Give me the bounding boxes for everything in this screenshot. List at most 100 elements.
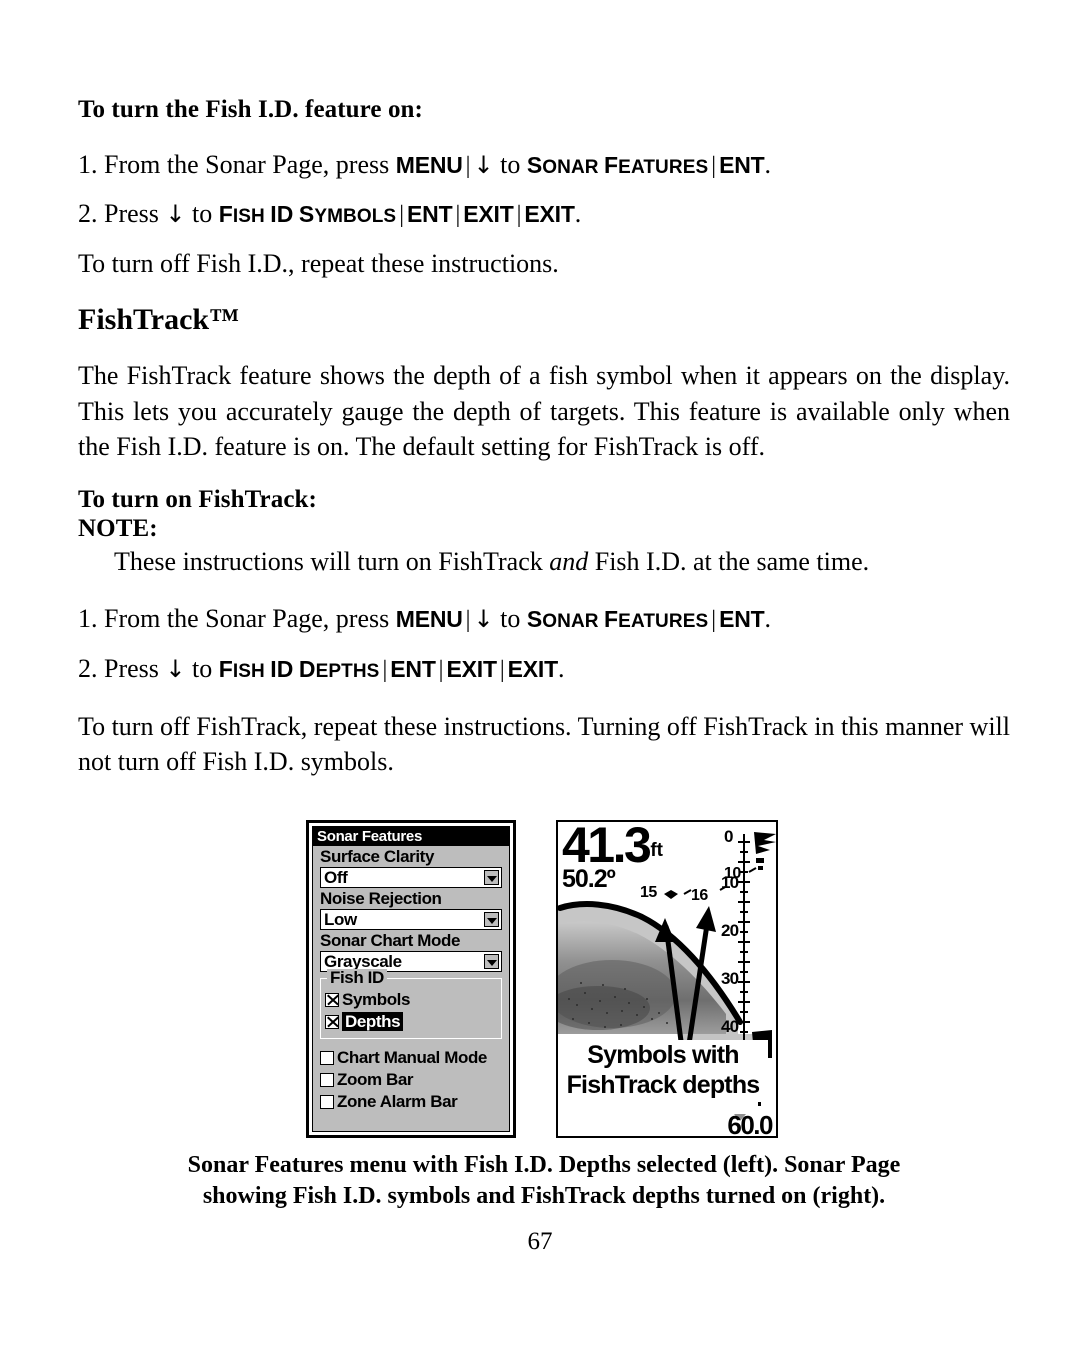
fish-symbol-icon bbox=[664, 890, 678, 899]
fishtrack-step-1: 1. From the Sonar Page, press MENU | ↓ to … bbox=[78, 601, 1010, 637]
note-text-before: These instructions will turn on FishTrac… bbox=[114, 546, 543, 576]
group-title-fish-id: Fish ID bbox=[327, 969, 387, 987]
step-number: 1. bbox=[78, 604, 98, 634]
checkbox-checked-icon[interactable] bbox=[325, 1014, 339, 1029]
label-noise-rejection: Noise Rejection bbox=[320, 889, 442, 908]
sonar-stage: 41.3ft 50.2º 15 16 10 0 10 20 30 40 Symb… bbox=[558, 822, 776, 1136]
key-menu: MENU bbox=[395, 151, 463, 178]
sonar-features-menu-screenshot: Sonar Features Surface Clarity Off Noise… bbox=[306, 820, 516, 1138]
heading-fishtrack: FishTrack™ bbox=[78, 303, 240, 337]
checkbox-row-zoom-bar[interactable]: Zoom Bar bbox=[320, 1069, 502, 1090]
label-sonar-chart-mode: Sonar Chart Mode bbox=[320, 931, 461, 950]
figure-caption-line-2: showing Fish I.D. symbols and FishTrack … bbox=[202, 1182, 886, 1209]
down-arrow-icon: ↓ bbox=[165, 200, 186, 229]
figure-sonar-features: Sonar Features Surface Clarity Off Noise… bbox=[0, 818, 1080, 1148]
step-period: . bbox=[764, 604, 771, 634]
step-connector: to bbox=[192, 653, 213, 683]
key-ent: ENT bbox=[719, 151, 765, 178]
note-label: NOTE: bbox=[78, 515, 158, 543]
fishtrack-description: The FishTrack feature shows the depth of… bbox=[78, 361, 1010, 462]
menu-body: Surface Clarity Off Noise Rejection Low … bbox=[313, 847, 509, 1112]
checkbox-checked-icon[interactable] bbox=[325, 992, 339, 1007]
annotation-line-1: Symbols with bbox=[587, 1041, 739, 1069]
menu-name-fish-id-depths: FISH ID DEPTHS bbox=[218, 655, 380, 682]
key-exit: EXIT bbox=[446, 655, 497, 682]
checkbox-label-zone-alarm-bar: Zone Alarm Bar bbox=[337, 1092, 458, 1111]
key-exit: EXIT bbox=[507, 655, 559, 682]
scale-label-10: 10 bbox=[721, 873, 739, 892]
combo-value: Low bbox=[324, 910, 357, 929]
label-surface-clarity: Surface Clarity bbox=[320, 847, 434, 866]
key-exit: EXIT bbox=[463, 201, 514, 228]
checkbox-unchecked-icon[interactable] bbox=[320, 1094, 334, 1109]
checkbox-label-symbols: Symbols bbox=[342, 990, 411, 1009]
key-separator: | bbox=[438, 656, 444, 683]
figure-caption: Sonar Features menu with Fish I.D. Depth… bbox=[78, 1150, 1010, 1211]
checkbox-label-chart-manual-mode: Chart Manual Mode bbox=[337, 1048, 487, 1067]
fishid-turnoff-text: To turn off Fish I.D., repeat these inst… bbox=[78, 249, 559, 278]
chevron-down-icon[interactable] bbox=[484, 954, 499, 969]
checkbox-row-chart-manual-mode[interactable]: Chart Manual Mode bbox=[320, 1047, 502, 1068]
menu-title-bar: Sonar Features bbox=[313, 827, 509, 846]
key-ent: ENT bbox=[390, 655, 436, 682]
checkbox-unchecked-icon[interactable] bbox=[320, 1050, 334, 1065]
key-separator: | bbox=[399, 202, 405, 229]
down-arrow-icon: ↓ bbox=[473, 605, 494, 634]
chevron-down-icon[interactable] bbox=[484, 912, 499, 927]
combo-value: Off bbox=[324, 868, 348, 887]
key-separator: | bbox=[465, 152, 471, 179]
fishid-step-1: 1. From the Sonar Page, press MENU | ↓ to … bbox=[78, 147, 1010, 183]
key-separator: | bbox=[711, 152, 717, 179]
step-text: Press bbox=[104, 199, 159, 229]
sonar-page-screenshot: 41.3ft 50.2º 15 16 10 0 10 20 30 40 Symb… bbox=[556, 820, 778, 1138]
key-separator: | bbox=[516, 202, 522, 229]
fishid-step-2: 2. Press ↓ to FISH ID SYMBOLS | ENT | EXIT | E… bbox=[78, 196, 1010, 232]
fishtrack-step-2: 2. Press ↓ to FISH ID DEPTHS | ENT | EXIT | EX… bbox=[78, 651, 1010, 687]
checkbox-row-depths[interactable]: Depths bbox=[325, 1011, 497, 1032]
key-separator: | bbox=[465, 607, 471, 634]
fish-depth-leader bbox=[683, 889, 692, 895]
figure-caption-line-1: Sonar Features menu with Fish I.D. Depth… bbox=[187, 1152, 901, 1178]
fishtrack-turnoff-text: To turn off FishTrack, repeat these inst… bbox=[78, 711, 1010, 776]
page-content: To turn the Fish I.D. feature on: 1. Fro… bbox=[78, 96, 1010, 779]
step-period: . bbox=[764, 149, 771, 179]
range-readout: 60.0 bbox=[727, 1110, 773, 1138]
note-text-emphasis: and bbox=[549, 546, 589, 576]
scale-label-0: 0 bbox=[724, 827, 733, 846]
scale-label-20: 20 bbox=[721, 921, 739, 940]
scale-label-40: 40 bbox=[721, 1017, 739, 1036]
step-connector: to bbox=[192, 199, 213, 229]
step-period: . bbox=[574, 199, 582, 229]
heading-turn-on-fishtrack: To turn on FishTrack: bbox=[78, 486, 317, 514]
menu-name-sonar-features: SONAR FEATURES bbox=[526, 606, 709, 633]
manual-page: To turn the Fish I.D. feature on: 1. Fro… bbox=[0, 0, 1080, 1355]
down-arrow-icon: ↓ bbox=[165, 654, 186, 683]
note-text-after: Fish I.D. at the same time. bbox=[594, 546, 870, 576]
step-number: 1. bbox=[78, 149, 98, 179]
checkbox-row-zone-alarm-bar[interactable]: Zone Alarm Bar bbox=[320, 1091, 502, 1112]
key-separator: | bbox=[382, 656, 388, 683]
menu-inner: Sonar Features Surface Clarity Off Noise… bbox=[312, 826, 510, 1132]
key-menu: MENU bbox=[395, 606, 463, 633]
page-number: 67 bbox=[527, 1228, 553, 1255]
step-text: Press bbox=[104, 653, 159, 683]
step-connector: to bbox=[500, 604, 521, 634]
checkbox-row-symbols[interactable]: Symbols bbox=[325, 989, 497, 1010]
checkbox-unchecked-icon[interactable] bbox=[320, 1072, 334, 1087]
menu-name-sonar-features: SONAR FEATURES bbox=[526, 151, 709, 178]
heading-fishid-on: To turn the Fish I.D. feature on: bbox=[78, 96, 423, 123]
combo-surface-clarity[interactable]: Off bbox=[320, 867, 502, 888]
fish-depth-label-16: 16 bbox=[691, 887, 708, 904]
fish-depth-label-15: 15 bbox=[640, 884, 657, 901]
checkbox-label-depths: Depths bbox=[342, 1012, 404, 1031]
scale-label-30: 30 bbox=[721, 969, 739, 988]
menu-name-fish-id-symbols: FISH ID SYMBOLS bbox=[218, 201, 397, 228]
key-ent: ENT bbox=[407, 201, 453, 228]
key-separator: | bbox=[455, 202, 461, 229]
temperature-readout: 50.2º bbox=[562, 865, 616, 893]
fish-depth-leader bbox=[748, 867, 757, 873]
chevron-down-icon[interactable] bbox=[484, 870, 499, 885]
extra-options: Chart Manual Mode Zoom Bar Zone Alarm Ba… bbox=[320, 1047, 502, 1112]
combo-noise-rejection[interactable]: Low bbox=[320, 909, 502, 930]
annotation-line-2: FishTrack depths bbox=[566, 1071, 761, 1099]
